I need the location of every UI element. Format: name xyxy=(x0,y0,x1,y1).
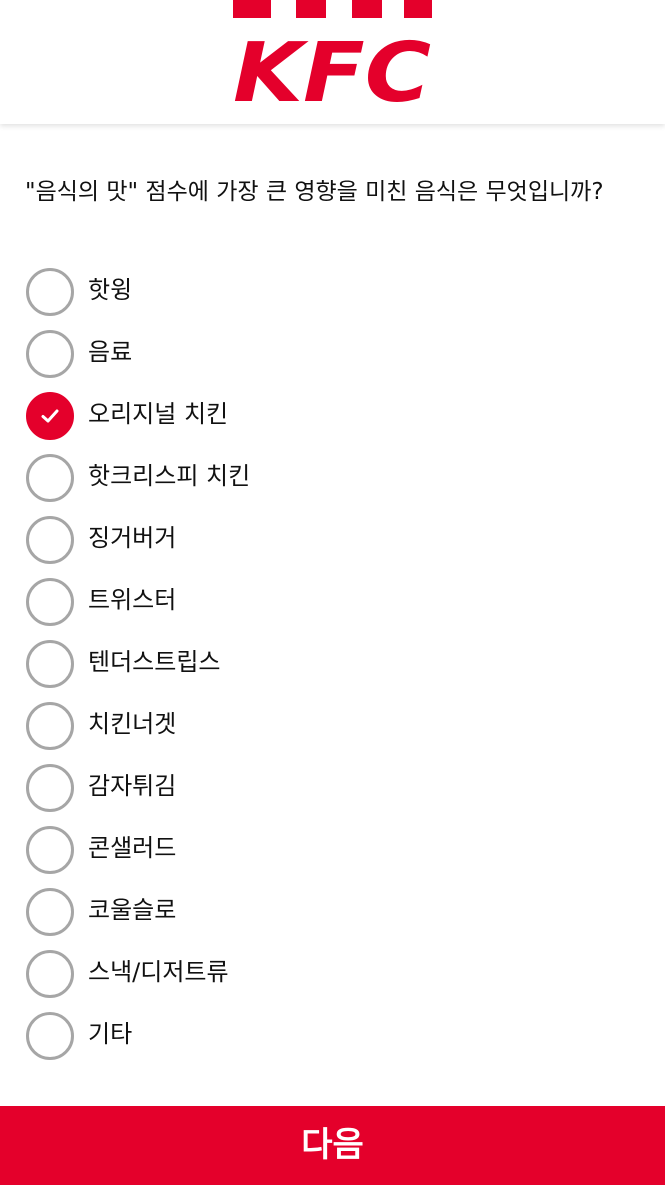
radio-unchecked[interactable] xyxy=(26,640,74,688)
radio-checked[interactable] xyxy=(26,392,74,440)
radio-unchecked[interactable] xyxy=(26,702,74,750)
option-label: 감자튀김 xyxy=(88,772,177,800)
option-item[interactable]: 콘샐러드 xyxy=(0,819,665,881)
option-item[interactable]: 텐더스트립스 xyxy=(0,633,665,695)
option-label: 징거버거 xyxy=(88,524,177,552)
radio-unchecked[interactable] xyxy=(26,516,74,564)
question-text: "음식의 맛" 점수에 가장 큰 영향을 미친 음식은 무엇입니까? xyxy=(25,179,604,205)
option-item[interactable]: 코울슬로 xyxy=(0,881,665,943)
option-item[interactable]: 음료 xyxy=(0,323,665,385)
option-label: 음료 xyxy=(88,338,133,366)
option-label: 오리지널 치킨 xyxy=(88,400,229,428)
option-label: 기타 xyxy=(88,1020,133,1048)
option-item[interactable]: 감자튀김 xyxy=(0,757,665,819)
option-label: 코울슬로 xyxy=(88,896,177,924)
radio-unchecked[interactable] xyxy=(26,454,74,502)
radio-unchecked[interactable] xyxy=(26,330,74,378)
option-item[interactable]: 핫윙 xyxy=(0,261,665,323)
option-label: 스낵/디저트류 xyxy=(88,958,229,986)
next-button[interactable]: 다음 xyxy=(0,1106,665,1185)
radio-unchecked[interactable] xyxy=(26,764,74,812)
radio-unchecked[interactable] xyxy=(26,826,74,874)
answer-options: 핫윙음료오리지널 치킨핫크리스피 치킨징거버거트위스터텐더스트립스치킨너겟감자튀… xyxy=(0,261,665,1067)
option-label: 트위스터 xyxy=(88,586,177,614)
header: KFC xyxy=(0,0,665,124)
logo-text: KFC xyxy=(233,26,431,110)
option-label: 텐더스트립스 xyxy=(88,648,221,676)
option-item[interactable]: 스낵/디저트류 xyxy=(0,943,665,1005)
option-item[interactable]: 트위스터 xyxy=(0,571,665,633)
option-label: 핫윙 xyxy=(88,276,133,304)
option-item[interactable]: 오리지널 치킨 xyxy=(0,385,665,447)
checkmark-icon xyxy=(41,409,59,423)
option-item[interactable]: 기타 xyxy=(0,1005,665,1067)
option-label: 핫크리스피 치킨 xyxy=(88,462,251,490)
option-item[interactable]: 치킨너겟 xyxy=(0,695,665,757)
option-label: 콘샐러드 xyxy=(88,834,177,862)
option-label: 치킨너겟 xyxy=(88,710,177,738)
kfc-logo: KFC xyxy=(233,0,432,110)
radio-unchecked[interactable] xyxy=(26,1012,74,1060)
radio-unchecked[interactable] xyxy=(26,268,74,316)
radio-unchecked[interactable] xyxy=(26,578,74,626)
option-item[interactable]: 징거버거 xyxy=(0,509,665,571)
option-item[interactable]: 핫크리스피 치킨 xyxy=(0,447,665,509)
radio-unchecked[interactable] xyxy=(26,950,74,998)
radio-unchecked[interactable] xyxy=(26,888,74,936)
